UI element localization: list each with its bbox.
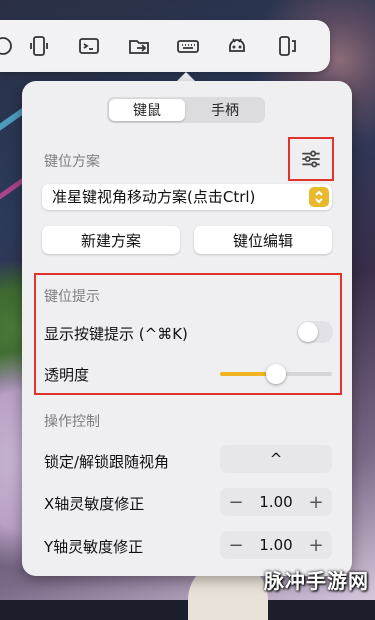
sliders-icon <box>302 150 320 168</box>
opacity-slider[interactable] <box>220 364 332 384</box>
top-toolbar <box>0 20 330 72</box>
y-decrease-button[interactable]: − <box>224 531 248 559</box>
toggle-knob <box>298 322 318 342</box>
control-section-title: 操作控制 <box>44 414 100 430</box>
scheme-settings-button[interactable] <box>288 137 334 181</box>
x-sensitivity-stepper: − 1.00 + <box>220 488 332 516</box>
x-sensitivity-value: 1.00 <box>259 493 293 511</box>
phone-rotate-icon[interactable] <box>26 33 52 59</box>
edit-keys-button[interactable]: 键位编辑 <box>194 226 332 254</box>
android-icon[interactable] <box>224 33 250 59</box>
lock-view-label: 锁定/解锁跟随视角 <box>44 453 170 471</box>
x-increase-button[interactable]: + <box>304 488 328 516</box>
tab-gamepad[interactable]: 手柄 <box>187 99 263 121</box>
y-sensitivity-value: 1.00 <box>259 536 293 554</box>
watermark: 脉冲手游网 <box>264 569 369 593</box>
new-scheme-button[interactable]: 新建方案 <box>42 226 180 254</box>
x-decrease-button[interactable]: − <box>224 488 248 516</box>
y-increase-button[interactable]: + <box>304 531 328 559</box>
screen-rotate-icon[interactable] <box>274 33 300 59</box>
mode-segmented-control: 键鼠 手柄 <box>107 97 265 123</box>
scheme-section-title: 键位方案 <box>44 154 100 170</box>
scheme-select[interactable]: 准星键视角移动方案(点击Ctrl) <box>42 184 332 210</box>
hint-section-title: 键位提示 <box>44 289 100 305</box>
opacity-slider-thumb[interactable] <box>266 364 286 384</box>
chevron-updown-icon <box>309 187 329 207</box>
x-sensitivity-label: X轴灵敏度修正 <box>44 495 145 513</box>
opacity-label: 透明度 <box>44 366 90 384</box>
settings-popover: 键鼠 手柄 键位方案 准星键视角移动方案(点击Ctrl) 新建方案 键位编辑 键… <box>22 81 352 576</box>
circle-icon[interactable] <box>0 33 16 59</box>
keyboard-icon[interactable] <box>175 33 201 59</box>
tab-keyboard-mouse[interactable]: 键鼠 <box>109 99 185 121</box>
y-sensitivity-label: Y轴灵敏度修正 <box>44 538 144 556</box>
show-hint-toggle[interactable] <box>297 321 333 343</box>
terminal-icon[interactable] <box>76 33 102 59</box>
scheme-select-value: 准星键视角移动方案(点击Ctrl) <box>52 188 256 206</box>
lock-view-key-button[interactable]: ^ <box>220 445 332 473</box>
y-sensitivity-stepper: − 1.00 + <box>220 531 332 559</box>
folder-transfer-icon[interactable] <box>126 33 152 59</box>
show-hint-label: 显示按键提示 (^⌘K) <box>44 325 188 343</box>
